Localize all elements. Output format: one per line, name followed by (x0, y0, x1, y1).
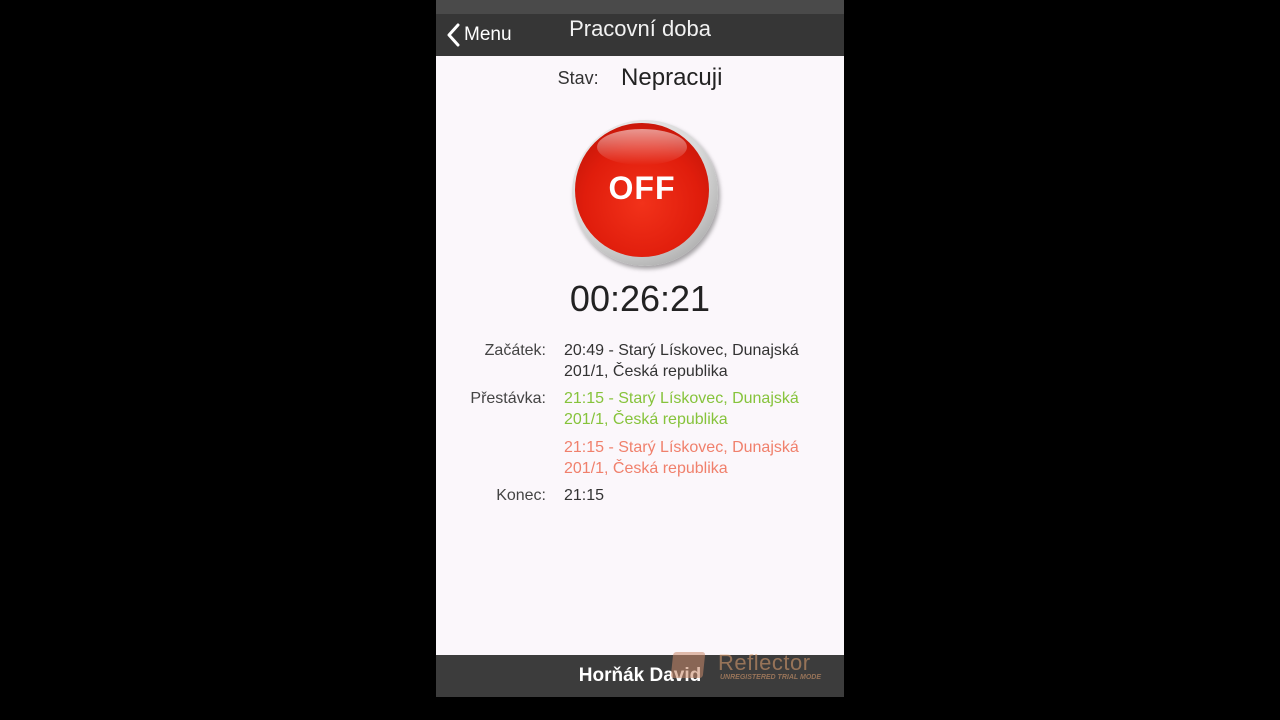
off-button[interactable]: OFF (575, 123, 709, 257)
power-toggle: OFF (572, 120, 718, 266)
start-label: Začátek: (484, 342, 546, 359)
break-start-line: 201/1, Česká republika (564, 411, 728, 428)
watermark-subtitle: UNREGISTERED TRIAL MODE (720, 674, 821, 681)
end-label: Konec: (496, 487, 546, 504)
start-value: 20:49 - Starý Lískovec, Dunajská 201/1, … (564, 340, 834, 382)
status-bar (436, 0, 844, 14)
break-end-line: 201/1, Česká republika (564, 460, 728, 477)
page-title: Pracovní doba (569, 16, 711, 41)
start-line: 201/1, Česká republika (564, 363, 728, 380)
start-line: 20:49 - Starý Lískovec, Dunajská (564, 342, 799, 359)
navigation-bar: Menu Pracovní doba (436, 14, 844, 56)
break-start-value: 21:15 - Starý Lískovec, Dunajská 201/1, … (564, 388, 834, 430)
reflector-watermark: Reflector UNREGISTERED TRIAL MODE (670, 648, 832, 688)
break-end-line: 21:15 - Starý Lískovec, Dunajská (564, 439, 799, 456)
break-end-value: 21:15 - Starý Lískovec, Dunajská 201/1, … (564, 437, 834, 479)
break-start-line: 21:15 - Starý Lískovec, Dunajská (564, 390, 799, 407)
reflector-logo-icon (670, 652, 706, 678)
elapsed-timer: 00:26:21 (569, 278, 711, 319)
end-value: 21:15 (564, 487, 605, 504)
status-row: Stav: Nepracuji (436, 64, 844, 92)
status-value: Nepracuji (621, 64, 723, 91)
phone-screen: Menu Pracovní doba Stav: Nepracuji OFF 0… (436, 0, 844, 697)
off-button-label: OFF (608, 169, 676, 206)
watermark-title: Reflector (718, 650, 811, 675)
button-gloss (597, 129, 687, 165)
break-label: Přestávka: (470, 390, 546, 407)
status-label: Stav: (557, 67, 599, 88)
